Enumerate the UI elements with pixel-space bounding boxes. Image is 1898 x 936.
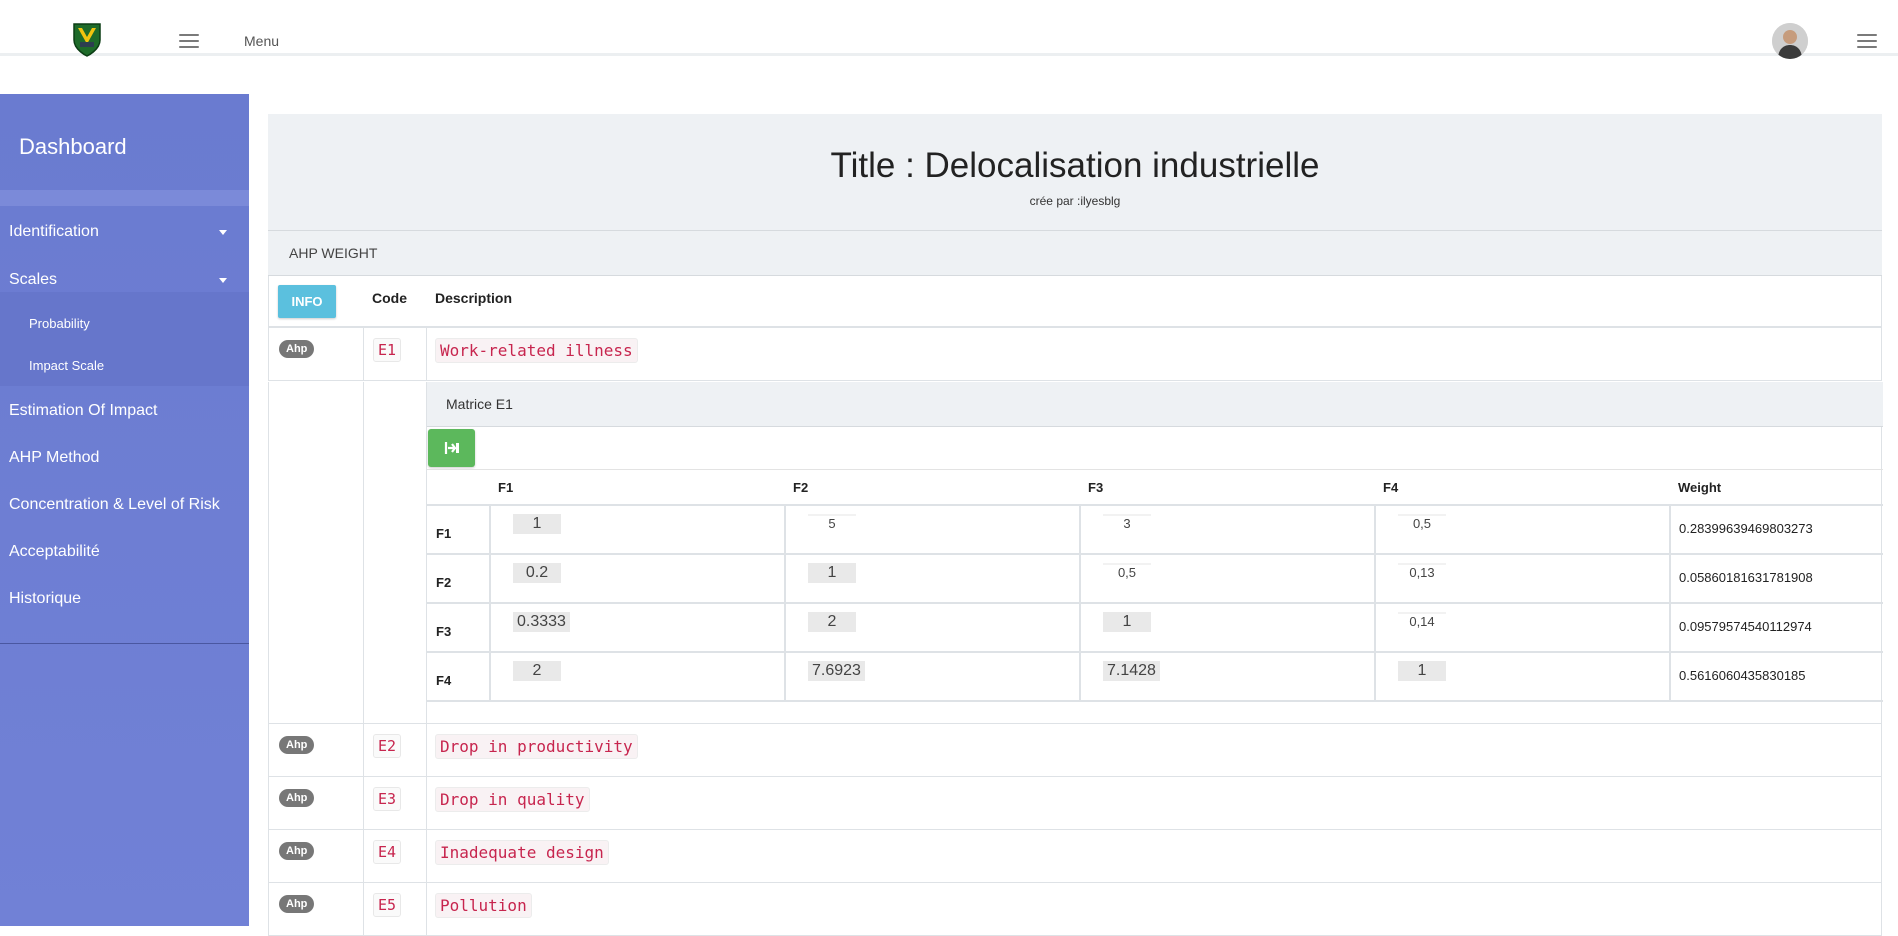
sidebar-item-probability[interactable]: Probability — [29, 316, 90, 331]
sidebar-item-estimation-of-impact[interactable]: Estimation Of Impact — [9, 402, 158, 420]
sidebar-band — [0, 190, 249, 206]
ahp-badge[interactable]: Ahp — [279, 736, 315, 754]
matrix-header-row: F1 F2 F3 F4 Weight — [427, 469, 1883, 506]
main-panel: Title : Delocalisation industrielle crée… — [268, 114, 1883, 936]
page-header: Title : Delocalisation industrielle crée… — [268, 114, 1882, 231]
table-row[interactable]: Ahp E4 Inadequate design — [268, 830, 1882, 883]
logo-crest-icon[interactable] — [72, 22, 102, 58]
matrix-row-label: F3 — [436, 624, 452, 639]
sidebar-item-scales[interactable]: Scales — [9, 271, 57, 289]
matrix-title: Matrice E1 — [446, 396, 513, 412]
matrix-weight: 0.28399639469803273 — [1679, 521, 1813, 536]
table-row[interactable]: Ahp E2 Drop in productivity — [268, 724, 1882, 777]
sidebar-toggle-icon[interactable] — [179, 34, 199, 48]
chevron-down-icon[interactable] — [219, 230, 227, 235]
matrix-cell-input[interactable]: 5 — [808, 514, 856, 534]
sidebar-item-historique[interactable]: Historique — [9, 590, 81, 608]
matrix-col-f2: F2 — [793, 480, 809, 495]
matrix-row-f4: F4 2 7.6923 7.1428 1 0.5616060435830185 — [427, 653, 1883, 702]
matrix-cell-input[interactable]: 1 — [513, 514, 561, 534]
column-header-code: Code — [372, 290, 407, 306]
matrix-header: Matrice E1 — [427, 382, 1883, 427]
ahp-badge[interactable]: Ahp — [279, 895, 315, 913]
matrix-cell-input[interactable]: 0,14 — [1398, 612, 1446, 632]
table-row[interactable]: Ahp E1 Work-related illness — [268, 328, 1882, 381]
matrix-cell-input[interactable]: 1 — [808, 563, 856, 583]
section-title: AHP WEIGHT — [289, 245, 378, 261]
matrix-expansion: Matrice E1 F1 F2 F3 F4 Weight F1 1 5 3 0… — [268, 382, 1883, 724]
save-matrix-button[interactable] — [428, 429, 475, 467]
options-menu-icon[interactable] — [1857, 34, 1877, 48]
matrix-col-weight: Weight — [1678, 480, 1722, 495]
sidebar-item-impact-scale[interactable]: Impact Scale — [29, 358, 104, 373]
table-row[interactable]: Ahp E3 Drop in quality — [268, 777, 1882, 830]
row-description: Inadequate design — [435, 840, 609, 865]
page-title: Title : Delocalisation industrielle — [830, 146, 1320, 185]
sidebar-item-identification[interactable]: Identification — [9, 223, 99, 241]
matrix-weight: 0.05860181631781908 — [1679, 570, 1813, 585]
row-code: E1 — [373, 338, 402, 362]
ahp-badge[interactable]: Ahp — [279, 842, 315, 860]
menu-label[interactable]: Menu — [244, 33, 279, 49]
sidebar-title[interactable]: Dashboard — [19, 134, 127, 160]
matrix-weight: 0.5616060435830185 — [1679, 668, 1806, 683]
matrix-row-f2: F2 0.2 1 0,5 0,13 0.05860181631781908 — [427, 555, 1883, 604]
matrix-row-label: F2 — [436, 575, 452, 590]
info-button[interactable]: INFO — [278, 285, 336, 318]
matrix-cell-input[interactable]: 0,5 — [1398, 514, 1446, 534]
row-code: E2 — [373, 734, 402, 758]
ahp-badge[interactable]: Ahp — [279, 340, 315, 358]
ahp-matrix: Matrice E1 F1 F2 F3 F4 Weight F1 1 5 3 0… — [427, 382, 1883, 704]
matrix-weight: 0.09579574540112974 — [1679, 619, 1812, 634]
matrix-cell-input[interactable]: 3 — [1103, 514, 1151, 534]
matrix-cell-input[interactable]: 2 — [513, 661, 561, 681]
page-subtitle: crée par :ilyesblg — [1029, 194, 1121, 208]
sidebar-item-concentration-level-of-risk[interactable]: Concentration & Level of Risk — [9, 496, 220, 514]
matrix-row-f1: F1 1 5 3 0,5 0.28399639469803273 — [427, 506, 1883, 555]
sidebar: Dashboard Identification Scales Probabil… — [0, 94, 249, 926]
row-description: Pollution — [435, 893, 532, 918]
table-header: INFO Code Description — [268, 276, 1882, 328]
matrix-cell-input[interactable]: 2 — [808, 612, 856, 632]
matrix-cell-input[interactable]: 1 — [1398, 661, 1446, 681]
matrix-col-f1: F1 — [498, 480, 514, 495]
column-header-description: Description — [435, 290, 513, 306]
row-code: E3 — [373, 787, 402, 811]
row-description: Work-related illness — [435, 338, 638, 363]
matrix-row-f3: F3 0.3333 2 1 0,14 0.09579574540112974 — [427, 604, 1883, 653]
sidebar-item-acceptabilite[interactable]: Acceptabilité — [9, 543, 100, 561]
matrix-cell-input[interactable]: 0.2 — [513, 563, 561, 583]
matrix-col-f3: F3 — [1088, 480, 1104, 495]
section-header: AHP WEIGHT — [268, 231, 1882, 276]
table-row[interactable]: Ahp E5 Pollution — [268, 883, 1882, 936]
sidebar-item-ahp-method[interactable]: AHP Method — [9, 449, 99, 467]
matrix-cell-input[interactable]: 1 — [1103, 612, 1151, 632]
matrix-cell-input[interactable]: 7.6923 — [808, 661, 865, 681]
row-code: E5 — [373, 893, 402, 917]
save-arrow-icon — [444, 442, 459, 454]
row-code: E4 — [373, 840, 402, 864]
matrix-row-label: F4 — [436, 673, 452, 688]
top-bar: Menu — [0, 0, 1898, 59]
row-description: Drop in quality — [435, 787, 590, 812]
matrix-row-label: F1 — [436, 526, 452, 541]
matrix-cell-input[interactable]: 0.3333 — [513, 612, 570, 632]
matrix-cell-input[interactable]: 7.1428 — [1103, 661, 1160, 681]
ahp-badge[interactable]: Ahp — [279, 789, 315, 807]
row-description: Drop in productivity — [435, 734, 638, 759]
user-avatar[interactable] — [1772, 23, 1808, 59]
matrix-cell-input[interactable]: 0,13 — [1398, 563, 1446, 583]
matrix-col-f4: F4 — [1383, 480, 1399, 495]
sidebar-divider — [0, 643, 249, 644]
chevron-down-icon[interactable] — [219, 278, 227, 283]
matrix-cell-input[interactable]: 0,5 — [1103, 563, 1151, 583]
